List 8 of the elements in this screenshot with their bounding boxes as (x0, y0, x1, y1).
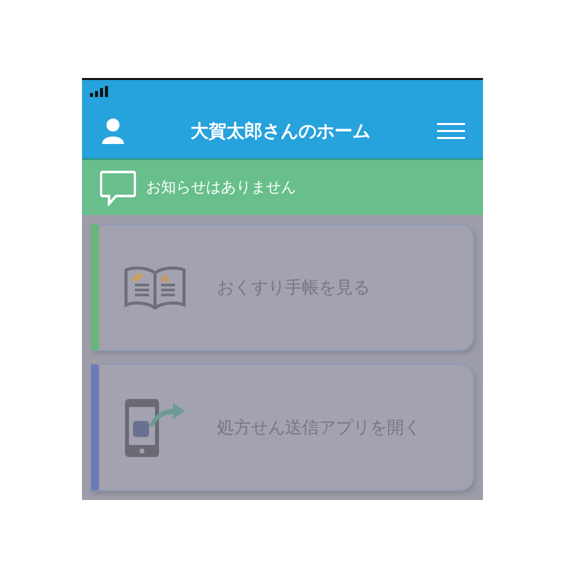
open-book-icon (123, 264, 187, 310)
user-icon[interactable] (102, 118, 124, 144)
speech-bubble-icon (100, 170, 136, 206)
signal-icon (90, 86, 110, 97)
menu-icon[interactable] (437, 122, 465, 138)
notice-text: お知らせはありません (146, 178, 296, 197)
header-title: 大賀太郎さんのホーム (190, 120, 370, 142)
phone-share-icon (123, 396, 187, 458)
